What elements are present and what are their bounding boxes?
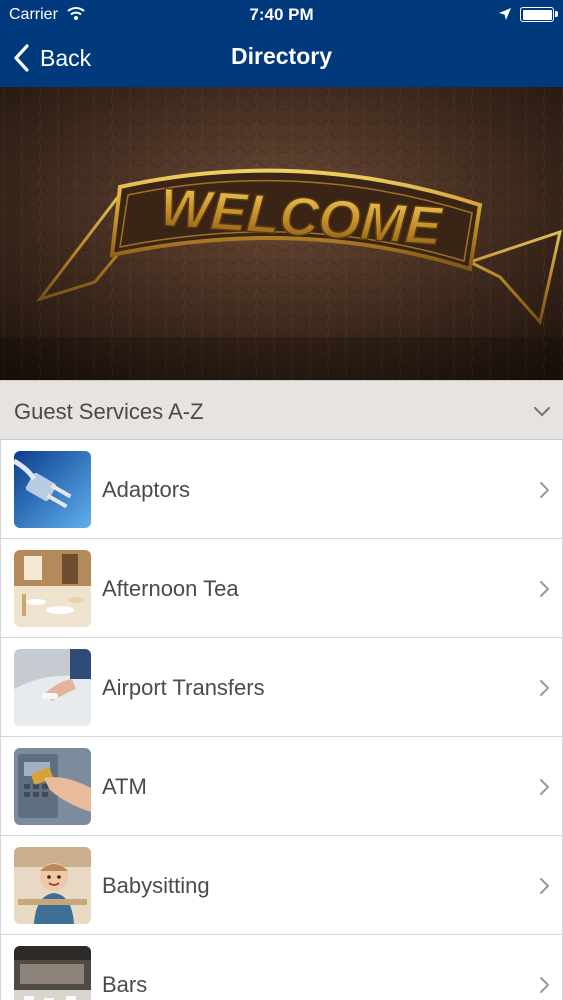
chevron-down-icon xyxy=(533,406,551,417)
location-arrow-icon xyxy=(499,8,511,20)
list-item-bars[interactable]: Bars xyxy=(1,935,562,1000)
chevron-right-icon xyxy=(540,680,549,696)
car-door-photo-icon xyxy=(14,649,91,726)
chevron-right-icon xyxy=(540,779,549,795)
list-item-label: Afternoon Tea xyxy=(102,576,239,601)
section-title: Guest Services A-Z xyxy=(14,399,204,424)
list-item-babysitting[interactable]: Babysitting xyxy=(1,836,562,935)
chevron-right-icon xyxy=(540,482,549,498)
plug-photo-icon xyxy=(14,451,91,528)
chevron-right-icon xyxy=(540,581,549,597)
list-item-airport-transfers[interactable]: Airport Transfers xyxy=(1,638,562,737)
atm-card-photo-icon xyxy=(14,748,91,825)
tea-room-photo-icon xyxy=(14,550,91,627)
status-bar: Carrier 7:40 PM xyxy=(0,0,563,30)
list-item-label: Babysitting xyxy=(102,873,210,898)
welcome-banner-image: WELCOME xyxy=(0,87,563,380)
clock-label: 7:40 PM xyxy=(249,5,314,24)
list-item-label: ATM xyxy=(102,774,147,799)
guest-services-section-header[interactable]: Guest Services A-Z xyxy=(0,380,563,440)
list-item-label: Bars xyxy=(102,972,148,997)
baby-photo-icon xyxy=(14,847,91,924)
bar-interior-photo-icon xyxy=(14,946,91,1000)
chevron-right-icon xyxy=(540,977,549,993)
guest-services-list: Adaptors Afternoon Tea Airport Transfers… xyxy=(0,440,563,1000)
battery-tip xyxy=(555,11,558,17)
list-item-adaptors[interactable]: Adaptors xyxy=(1,440,562,539)
list-item-atm[interactable]: ATM xyxy=(1,737,562,836)
battery-icon xyxy=(520,7,554,22)
page-title: Directory xyxy=(231,43,332,69)
top-bar: Carrier 7:40 PM Back Directory xyxy=(0,0,563,87)
list-item-afternoon-tea[interactable]: Afternoon Tea xyxy=(1,539,562,638)
navigation-bar: Back Directory xyxy=(0,30,563,87)
list-item-label: Airport Transfers xyxy=(102,675,265,700)
chevron-right-icon xyxy=(540,878,549,894)
list-item-label: Adaptors xyxy=(102,477,191,502)
